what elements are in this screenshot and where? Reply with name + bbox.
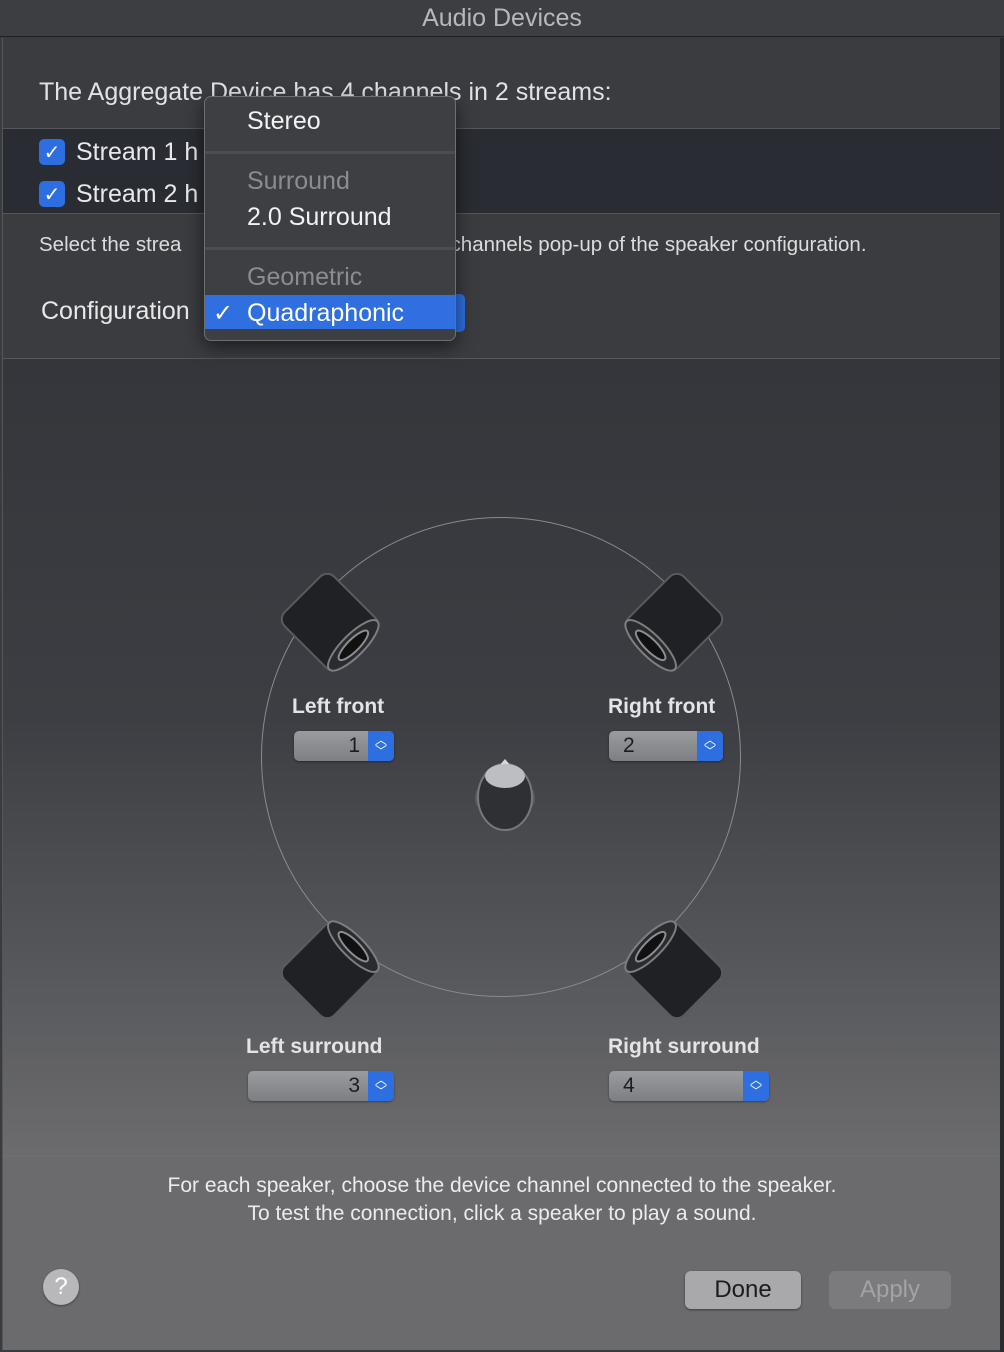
listener-head-icon xyxy=(473,756,537,834)
right-surround-label: Right surround xyxy=(608,1035,760,1058)
menu-separator xyxy=(205,151,455,154)
apply-button: Apply xyxy=(829,1271,951,1309)
checkmark-icon: ✓ xyxy=(213,300,234,327)
configuration-menu: Stereo Surround 2.0 Surround Geometric ✓… xyxy=(204,96,456,341)
up-down-chevron-icon[interactable]: ︿ ﹀ xyxy=(368,731,394,761)
menu-header-surround: Surround xyxy=(205,163,455,197)
speaker-icon xyxy=(280,920,380,1020)
streams-list: ✓ Stream 1 h ✓ Stream 2 h xyxy=(3,128,1001,214)
checkmark-icon: ✓ xyxy=(43,141,61,164)
right-surround-channel-value: 4 xyxy=(623,1074,635,1097)
instruction-text: Select the strea e channels pop-up of the… xyxy=(39,233,969,257)
menu-item-quadraphonic[interactable]: ✓ Quadraphonic xyxy=(205,295,455,329)
menu-item-label: Stereo xyxy=(247,107,321,135)
right-front-speaker[interactable] xyxy=(615,563,733,681)
left-front-channel-value: 1 xyxy=(348,734,360,757)
menu-separator xyxy=(205,247,455,250)
menu-item-stereo[interactable]: Stereo xyxy=(205,103,455,137)
stream-1-checkbox[interactable]: ✓ xyxy=(39,139,65,165)
menu-header-geometric: Geometric xyxy=(205,259,455,293)
stream-row-2[interactable]: ✓ Stream 2 h xyxy=(39,177,198,211)
right-surround-channel-stepper[interactable]: 4 ︿ ﹀ xyxy=(609,1071,769,1101)
left-surround-channel-value: 3 xyxy=(348,1074,360,1097)
up-down-chevron-icon[interactable]: ︿ ﹀ xyxy=(368,1071,394,1101)
left-surround-speaker[interactable] xyxy=(271,911,389,1029)
window-title: Audio Devices xyxy=(0,0,1004,37)
left-front-speaker[interactable] xyxy=(271,563,389,681)
right-surround-speaker[interactable] xyxy=(615,911,733,1029)
stream-2-checkbox[interactable]: ✓ xyxy=(39,181,65,207)
menu-item-2-0-surround[interactable]: 2.0 Surround xyxy=(205,199,455,233)
stream-row-1[interactable]: ✓ Stream 1 h xyxy=(39,135,198,169)
audio-devices-window: Audio Devices The Aggregate Device has 4… xyxy=(0,0,1004,1352)
configuration-label: Configuration xyxy=(41,297,190,325)
left-front-label: Left front xyxy=(292,695,385,718)
speaker-icon xyxy=(624,920,724,1020)
aggregate-config-sheet: The Aggregate Device has 4 channels in 2… xyxy=(2,38,1002,1350)
menu-item-label: 2.0 Surround xyxy=(247,203,392,231)
right-front-label: Right front xyxy=(608,695,716,718)
stream-1-label: Stream 1 h xyxy=(76,137,199,166)
speaker-icon xyxy=(280,572,380,672)
up-down-chevron-icon[interactable]: ︿ ﹀ xyxy=(743,1071,769,1101)
speaker-stage: Left front 1 ︿ ﹀ Right front 2 ︿ ﹀ Left su… xyxy=(3,359,1001,1156)
done-button[interactable]: Done xyxy=(685,1271,801,1309)
instruction-text-right: e channels pop-up of the speaker configu… xyxy=(433,233,867,256)
hint-line-2: To test the connection, click a speaker … xyxy=(247,1202,757,1225)
menu-header-label: Surround xyxy=(247,167,350,195)
right-front-channel-stepper[interactable]: 2 ︿ ﹀ xyxy=(609,731,723,761)
footer: For each speaker, choose the device chan… xyxy=(3,1157,1001,1350)
hint-line-1: For each speaker, choose the device chan… xyxy=(167,1174,837,1197)
speaker-icon xyxy=(624,572,724,672)
left-surround-channel-stepper[interactable]: 3 ︿ ﹀ xyxy=(248,1071,394,1101)
left-surround-label: Left surround xyxy=(246,1035,383,1058)
menu-header-label: Geometric xyxy=(247,263,363,291)
stream-2-label: Stream 2 h xyxy=(76,179,199,208)
help-button[interactable]: ? xyxy=(43,1269,79,1305)
instruction-text-left: Select the strea xyxy=(39,233,182,256)
menu-item-label: Quadraphonic xyxy=(247,299,405,327)
right-front-channel-value: 2 xyxy=(623,734,635,757)
checkmark-icon: ✓ xyxy=(43,183,61,206)
window-edge xyxy=(1000,38,1004,1352)
left-front-channel-stepper[interactable]: 1 ︿ ﹀ xyxy=(294,731,394,761)
up-down-chevron-icon[interactable]: ︿ ﹀ xyxy=(697,731,723,761)
